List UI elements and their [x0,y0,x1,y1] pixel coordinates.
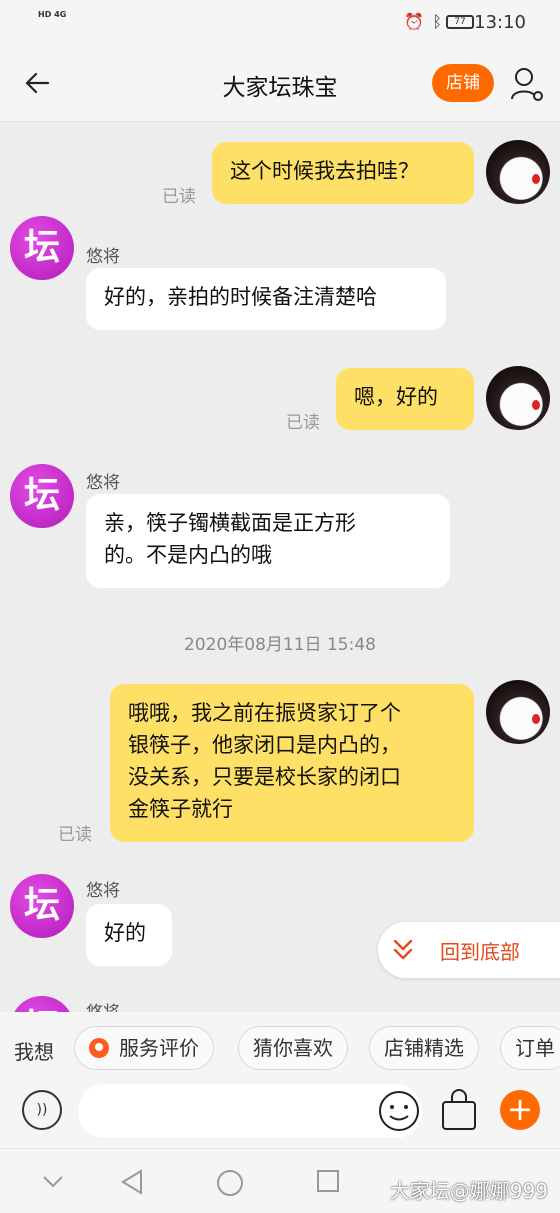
user-settings-icon[interactable] [510,66,544,102]
nav-recents-icon[interactable] [316,1169,340,1193]
chip-guess-you-like[interactable]: 猜你喜欢 [238,1026,348,1070]
message-bubble-outgoing[interactable]: 嗯，好的 [336,368,474,430]
status-bar: HD 4G ⏰ ᛒ 77 13:10 [0,0,560,46]
double-chevron-down-icon [393,939,413,960]
chip-orders[interactable]: 订单 [500,1026,560,1070]
nav-back-icon[interactable] [120,1169,144,1195]
read-receipt: 已读 [286,413,320,433]
message-bubble-outgoing[interactable]: 这个时候我去拍哇？ [212,142,474,204]
message-bubble-incoming[interactable]: 好的 [86,904,172,966]
sender-name: 悠将 [86,473,120,493]
sender-name: 悠将 [86,881,120,901]
message-input[interactable] [78,1084,422,1138]
message-line: 的。不是内凸的哦 [104,543,272,567]
network-indicator: HD 4G [38,10,67,19]
shop-logo-glyph: 坛 [23,227,60,268]
nav-home-icon[interactable] [216,1169,244,1197]
shop-logo-glyph: 坛 [10,996,74,1012]
input-bar: )) + [0,1084,560,1148]
chip-label: 服务评价 [119,1036,199,1060]
shopping-bag-icon[interactable] [440,1088,478,1132]
battery-icon: 77 [446,15,474,29]
shop-logo-glyph: 坛 [23,885,60,926]
clock: 13:10 [474,12,526,33]
shop-avatar[interactable]: 坛 [10,996,74,1012]
message-line: 金筷子就行 [128,797,233,821]
read-receipt: 已读 [58,825,92,845]
chevron-down-icon[interactable] [42,1175,64,1189]
watermark: 大家坛@娜娜999 [389,1179,548,1203]
quick-bar-label: 我想 [14,1040,54,1064]
bluetooth-icon: ᛒ [432,12,442,31]
message-bubble-outgoing[interactable]: 哦哦，我之前在振贤家订了个 银筷子，他家闭口是内凸的， 没关系，只要是校长家的闭… [110,684,474,842]
shop-logo-glyph: 坛 [23,475,60,516]
sender-name: 悠将 [86,247,120,267]
timestamp: 2020年08月11日 15:48 [184,635,376,655]
message-line: 亲，筷子镯横截面是正方形 [104,511,356,535]
chip-service-review[interactable]: 服务评价 [74,1026,214,1070]
message-line: 哦哦，我之前在振贤家订了个 [128,701,401,725]
sender-name: 悠将 [86,998,120,1012]
message-bubble-incoming[interactable]: 亲，筷子镯横截面是正方形 的。不是内凸的哦 [86,494,450,588]
read-receipt: 已读 [162,187,196,207]
chat-messages[interactable]: 已读 这个时候我去拍哇？ 坛 悠将 好的，亲拍的时候备注清楚哈 已读 嗯，好的 … [0,122,560,1012]
shop-avatar[interactable]: 坛 [10,216,74,280]
message-bubble-incoming[interactable]: 好的，亲拍的时候备注清楚哈 [86,268,446,330]
my-avatar[interactable] [486,140,550,204]
quick-reply-bar: 我想 服务评价 猜你喜欢 店铺精选 订单 [0,1012,560,1084]
plus-icon[interactable]: + [500,1090,540,1130]
chat-header: 大家坛珠宝 店铺 [0,46,560,122]
emoji-icon[interactable] [378,1090,420,1132]
system-nav-bar: 大家坛@娜娜999 [0,1148,560,1213]
jump-to-bottom-label: 回到底部 [440,940,520,964]
my-avatar[interactable] [486,366,550,430]
alarm-icon: ⏰ [404,12,424,31]
voice-input-icon[interactable]: )) [22,1090,62,1130]
chip-store-picks[interactable]: 店铺精选 [369,1026,479,1070]
shop-avatar[interactable]: 坛 [10,464,74,528]
my-avatar[interactable] [486,680,550,744]
jump-to-bottom-button[interactable]: 回到底部 [378,922,560,978]
shop-avatar[interactable]: 坛 [10,874,74,938]
review-icon [89,1038,109,1058]
message-line: 银筷子，他家闭口是内凸的， [128,733,401,757]
message-line: 没关系，只要是校长家的闭口 [128,765,401,789]
store-button[interactable]: 店铺 [432,64,494,102]
